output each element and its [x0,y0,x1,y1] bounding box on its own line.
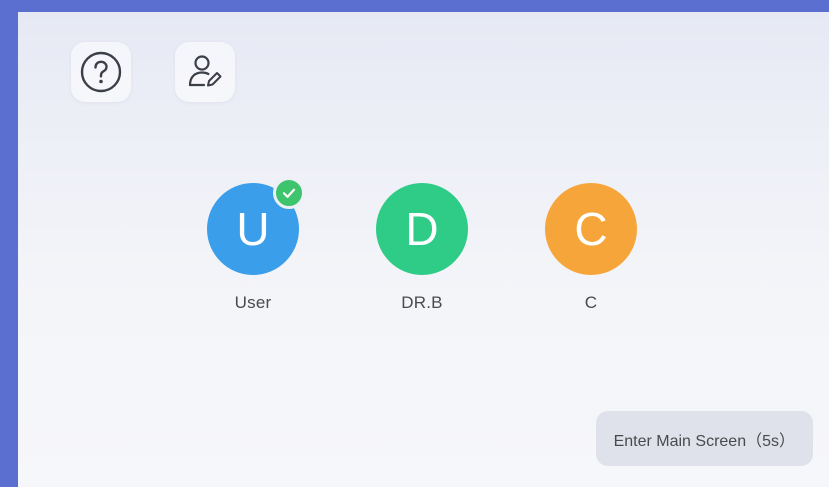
avatar-initial: C [574,203,608,255]
user-item-user[interactable]: U User [198,177,308,313]
help-button[interactable] [71,42,131,102]
enter-main-screen-label: Enter Main Screen（5s） [613,432,795,450]
avatar: D [376,183,468,275]
question-circle-icon [79,50,123,94]
user-list: U User D DR.B C C [18,177,829,343]
user-item-c[interactable]: C C [536,183,646,313]
check-icon [273,177,305,209]
avatar-initial: D [405,203,439,255]
user-name: DR.B [401,293,443,312]
enter-main-screen-button[interactable]: Enter Main Screen（5s） [595,411,813,466]
user-edit-icon [183,50,227,94]
edit-users-button[interactable] [175,42,235,102]
user-select-screen: U User D DR.B C C Enter Main Screen（5s） [18,12,829,487]
user-name: C [584,293,598,312]
avatar: U [207,177,305,275]
avatar: C [545,183,637,275]
avatar-initial: U [236,203,270,255]
user-name: User [234,293,272,312]
user-item-drb[interactable]: D DR.B [367,183,477,313]
